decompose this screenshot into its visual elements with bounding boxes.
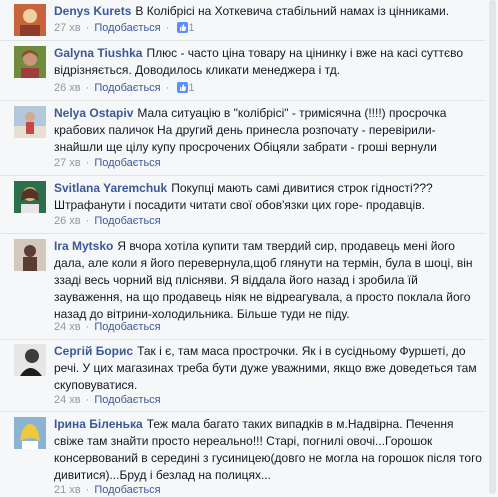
scrollbar[interactable]: [487, 0, 498, 494]
like-count: 1: [188, 82, 195, 94]
comment-meta: 24 хв · Подобається: [54, 321, 161, 333]
comment-body: Nelya Ostapiv Мала ситуацію в "колібрісі"…: [54, 105, 485, 156]
comment-meta: 26 хв · Подобається: [54, 215, 161, 227]
like-link[interactable]: Подобається: [94, 82, 160, 94]
comment-timestamp[interactable]: 26 хв: [54, 82, 81, 94]
comment-timestamp[interactable]: 26 хв: [54, 215, 81, 227]
comment-divider: [0, 175, 485, 176]
avatar[interactable]: [14, 239, 46, 271]
comment-body: Сергій Борис Так і є, там маса прострочки…: [54, 343, 485, 394]
avatar[interactable]: [14, 417, 46, 449]
comment-meta: 24 хв · Подобається: [54, 394, 161, 406]
comment-text: Я вчора хотіла купити там твердий сир, п…: [54, 239, 473, 321]
comment-timestamp[interactable]: 27 хв: [54, 22, 81, 34]
avatar[interactable]: [14, 344, 46, 376]
comment-body: Svitlana Yaremchuk Покупці мають самі див…: [54, 180, 485, 214]
avatar[interactable]: [14, 46, 46, 78]
comment-divider: [0, 233, 485, 234]
comment-meta: 27 хв · Подобається: [54, 157, 161, 169]
comment-timestamp[interactable]: 27 хв: [54, 157, 81, 169]
comment-timestamp[interactable]: 21 хв: [54, 484, 81, 496]
like-count: 1: [188, 22, 195, 34]
avatar[interactable]: [14, 181, 46, 213]
comment-body: Denys Kurets В Колібрісі на Хоткевича ста…: [54, 3, 485, 20]
comment-meta: 26 хв · Подобається · 1: [54, 81, 194, 97]
comment-author-link[interactable]: Nelya Ostapiv: [54, 106, 133, 120]
like-link[interactable]: Подобається: [94, 394, 160, 406]
comment-divider: [0, 339, 485, 340]
comment-timestamp[interactable]: 24 хв: [54, 321, 81, 333]
like-link[interactable]: Подобається: [94, 157, 160, 169]
comment-author-link[interactable]: Ірина Біленька: [54, 417, 143, 431]
like-link[interactable]: Подобається: [94, 215, 160, 227]
comment-meta: 21 хв · Подобається: [54, 484, 161, 496]
like-link[interactable]: Подобається: [94, 321, 160, 333]
comment-body: Ірина Біленька Теж мала багато таких випа…: [54, 416, 485, 484]
comment-author-link[interactable]: Ira Mytsko: [54, 239, 113, 253]
like-thumb-icon: [177, 82, 189, 97]
comment-divider: [0, 100, 485, 101]
comment-author-link[interactable]: Svitlana Yaremchuk: [54, 181, 167, 195]
scrollbar-thumb[interactable]: [489, 0, 496, 494]
comment-author-link[interactable]: Galyna Tiushka: [54, 46, 142, 60]
comment-author-link[interactable]: Сергій Борис: [54, 344, 133, 358]
comment-body: Galyna Tiushka Плюс - часто ціна товару н…: [54, 45, 485, 79]
comment-divider: [0, 40, 485, 41]
avatar[interactable]: [14, 4, 46, 36]
comment-meta: 27 хв · Подобається · 1: [54, 21, 194, 37]
comment-item: Ірина Біленька Теж мала багато таких випа…: [0, 417, 485, 487]
like-link[interactable]: Подобається: [94, 484, 160, 496]
avatar[interactable]: [14, 106, 46, 138]
like-thumb-icon: [177, 22, 189, 37]
comment-timestamp[interactable]: 24 хв: [54, 394, 81, 406]
like-link[interactable]: Подобається: [94, 22, 160, 34]
comment-text: В Колібрісі на Хоткевича стабільний нама…: [135, 4, 450, 18]
comment-author-link[interactable]: Denys Kurets: [54, 4, 131, 18]
comment-body: Ira Mytsko Я вчора хотіла купити там твер…: [54, 238, 485, 323]
comment-divider: [0, 411, 485, 412]
